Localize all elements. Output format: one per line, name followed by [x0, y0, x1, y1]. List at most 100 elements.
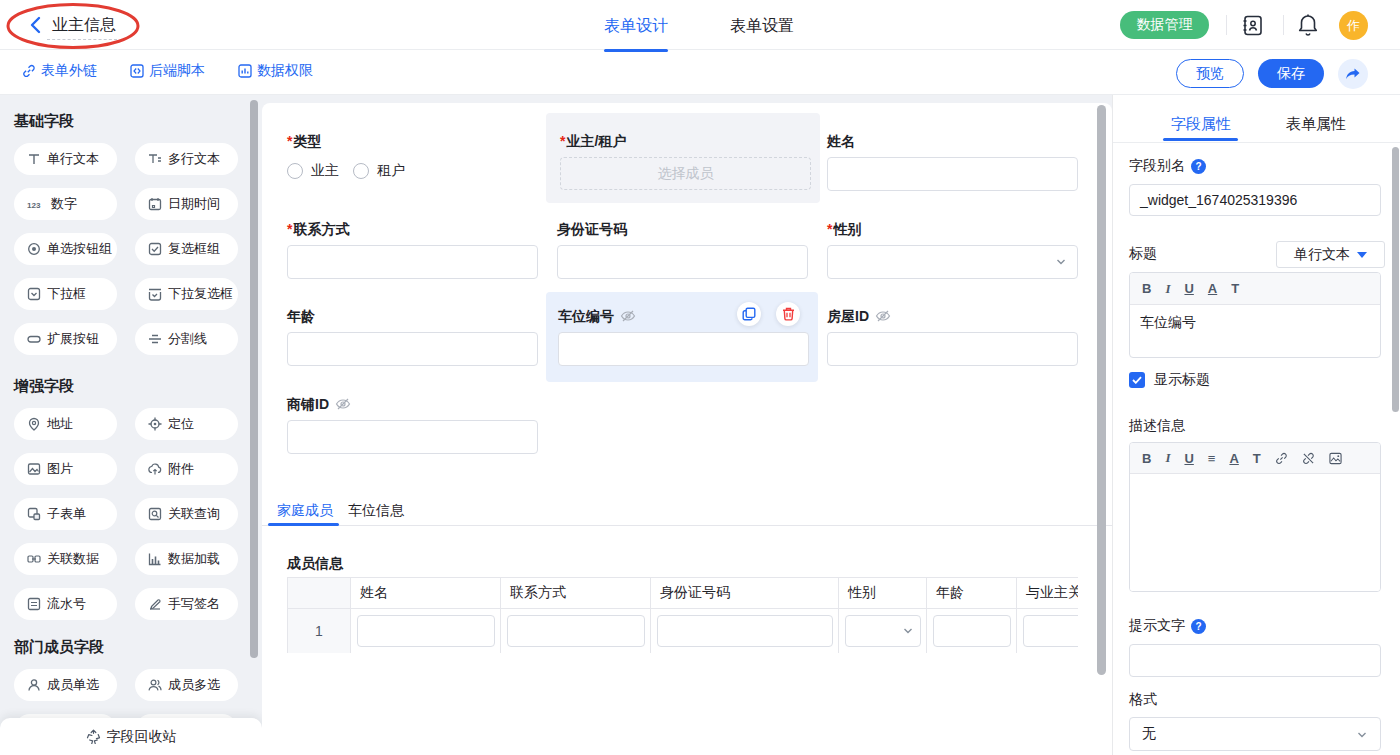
- field-number[interactable]: 数字: [14, 188, 117, 220]
- field-parking-no[interactable]: 车位编号: [558, 308, 809, 366]
- checkbox-checked-icon[interactable]: [1129, 372, 1145, 388]
- title-editor-content[interactable]: 车位编号: [1130, 305, 1380, 341]
- field-select[interactable]: 下拉框: [14, 278, 117, 310]
- preview-button[interactable]: 预览: [1176, 59, 1244, 88]
- share-button[interactable]: [1338, 59, 1368, 89]
- field-multi-select[interactable]: 下拉复选框: [135, 278, 238, 310]
- title-editor[interactable]: B I U A T 车位编号: [1129, 272, 1381, 358]
- font-size-icon[interactable]: T: [1231, 281, 1239, 296]
- age-input[interactable]: [287, 332, 538, 366]
- subform-id-number-input[interactable]: [657, 615, 833, 647]
- id-number-input[interactable]: [557, 245, 808, 279]
- panel-scrollbar[interactable]: [1392, 147, 1399, 412]
- field-shop-id[interactable]: 商铺ID: [287, 396, 538, 454]
- field-type[interactable]: 类型 业主 租户: [287, 133, 538, 180]
- form-external-link[interactable]: 表单外链: [22, 62, 97, 80]
- desc-editor[interactable]: B I U ≡ A T: [1129, 442, 1381, 592]
- field-signature[interactable]: 手写签名: [135, 588, 238, 620]
- tab-parking-info[interactable]: 车位信息: [348, 502, 404, 520]
- name-input[interactable]: [827, 157, 1078, 191]
- field-extend-button[interactable]: 扩展按钮: [14, 323, 117, 355]
- data-permission[interactable]: 数据权限: [238, 62, 313, 80]
- image-icon[interactable]: [1329, 452, 1342, 465]
- field-checkbox-group[interactable]: 复选框组: [135, 233, 238, 265]
- align-icon[interactable]: ≡: [1208, 451, 1216, 466]
- subform-age-input[interactable]: [933, 615, 1011, 647]
- subform-gender-select[interactable]: [845, 615, 921, 647]
- bold-icon[interactable]: B: [1142, 451, 1151, 466]
- field-attachment[interactable]: 附件: [135, 453, 238, 485]
- subform-relation-input[interactable]: [1023, 615, 1078, 647]
- save-button[interactable]: 保存: [1258, 59, 1324, 88]
- backend-script[interactable]: 后端脚本: [130, 62, 205, 80]
- delete-field-button[interactable]: [776, 302, 800, 326]
- underline-icon[interactable]: U: [1184, 281, 1193, 296]
- field-multi-line-text[interactable]: 多行文本: [135, 143, 238, 175]
- field-contact[interactable]: 联系方式: [287, 221, 538, 279]
- field-recycle-bin[interactable]: 字段回收站: [0, 718, 262, 755]
- contact-book-icon[interactable]: [1241, 14, 1264, 37]
- field-name[interactable]: 姓名: [827, 133, 1078, 191]
- page-title[interactable]: 业主信息: [52, 15, 116, 36]
- radio-circle[interactable]: [353, 163, 369, 179]
- field-data-load[interactable]: 数据加载: [135, 543, 238, 575]
- field-member-single[interactable]: 成员单选: [14, 669, 117, 701]
- tab-family-members[interactable]: 家庭成员: [277, 502, 333, 520]
- field-age[interactable]: 年龄: [287, 308, 538, 366]
- bold-icon[interactable]: B: [1142, 281, 1151, 296]
- tab-field-props[interactable]: 字段属性: [1171, 115, 1231, 134]
- back-icon[interactable]: [28, 16, 44, 34]
- unlink-icon[interactable]: [1302, 452, 1315, 465]
- underline-icon[interactable]: U: [1184, 451, 1193, 466]
- font-color-icon[interactable]: A: [1229, 451, 1238, 466]
- canvas-scrollbar[interactable]: [1097, 105, 1106, 675]
- font-color-icon[interactable]: A: [1208, 281, 1217, 296]
- field-type-dropdown[interactable]: 单行文本: [1276, 241, 1385, 268]
- field-linked-data[interactable]: 关联数据: [14, 543, 117, 575]
- field-linked-query[interactable]: 关联查询: [135, 498, 238, 530]
- show-title-checkbox[interactable]: 显示标题: [1129, 371, 1210, 389]
- contact-input[interactable]: [287, 245, 538, 279]
- field-single-line-text[interactable]: 单行文本: [14, 143, 117, 175]
- field-gender[interactable]: 性别: [827, 221, 1078, 279]
- radio-tenant[interactable]: 租户: [353, 162, 405, 180]
- desc-editor-content[interactable]: [1130, 474, 1380, 592]
- tab-form-props[interactable]: 表单属性: [1286, 115, 1346, 134]
- field-house-id[interactable]: 房屋ID: [827, 308, 1078, 366]
- field-subform[interactable]: 子表单: [14, 498, 117, 530]
- help-icon[interactable]: ?: [1191, 619, 1206, 634]
- font-size-icon[interactable]: T: [1253, 451, 1261, 466]
- italic-icon[interactable]: I: [1165, 281, 1170, 297]
- field-datetime[interactable]: 日期时间: [135, 188, 238, 220]
- subform-name-input[interactable]: [357, 615, 495, 647]
- format-select[interactable]: 无: [1129, 717, 1381, 751]
- sidebar-scrollbar[interactable]: [250, 100, 258, 658]
- house-id-input[interactable]: [827, 332, 1078, 366]
- radio-circle[interactable]: [287, 163, 303, 179]
- field-owner-tenant[interactable]: 业主/租户 选择成员: [560, 133, 811, 190]
- gender-select[interactable]: [827, 245, 1078, 279]
- field-radio-group[interactable]: 单选按钮组: [14, 233, 117, 265]
- field-serial-number[interactable]: 流水号: [14, 588, 117, 620]
- field-image[interactable]: 图片: [14, 453, 117, 485]
- parking-no-input[interactable]: [558, 332, 809, 366]
- link-icon[interactable]: [1275, 452, 1288, 465]
- copy-field-button[interactable]: [737, 302, 761, 326]
- field-locate[interactable]: 定位: [135, 408, 238, 440]
- hint-input[interactable]: [1129, 644, 1381, 677]
- radio-owner[interactable]: 业主: [287, 162, 339, 180]
- shop-id-input[interactable]: [287, 420, 538, 454]
- avatar[interactable]: 作: [1339, 11, 1368, 40]
- help-icon[interactable]: ?: [1191, 159, 1206, 174]
- data-manage-button[interactable]: 数据管理: [1120, 11, 1209, 39]
- field-address[interactable]: 地址: [14, 408, 117, 440]
- alias-input[interactable]: _widget_1674025319396: [1129, 184, 1381, 216]
- subform-contact-input[interactable]: [507, 615, 645, 647]
- bell-icon[interactable]: [1297, 13, 1319, 37]
- field-member-multi[interactable]: 成员多选: [135, 669, 238, 701]
- italic-icon[interactable]: I: [1165, 450, 1170, 466]
- select-member-button[interactable]: 选择成员: [560, 157, 811, 190]
- tab-form-settings[interactable]: 表单设置: [730, 16, 794, 37]
- field-id-number[interactable]: 身份证号码: [557, 221, 808, 279]
- field-divider[interactable]: 分割线: [135, 323, 238, 355]
